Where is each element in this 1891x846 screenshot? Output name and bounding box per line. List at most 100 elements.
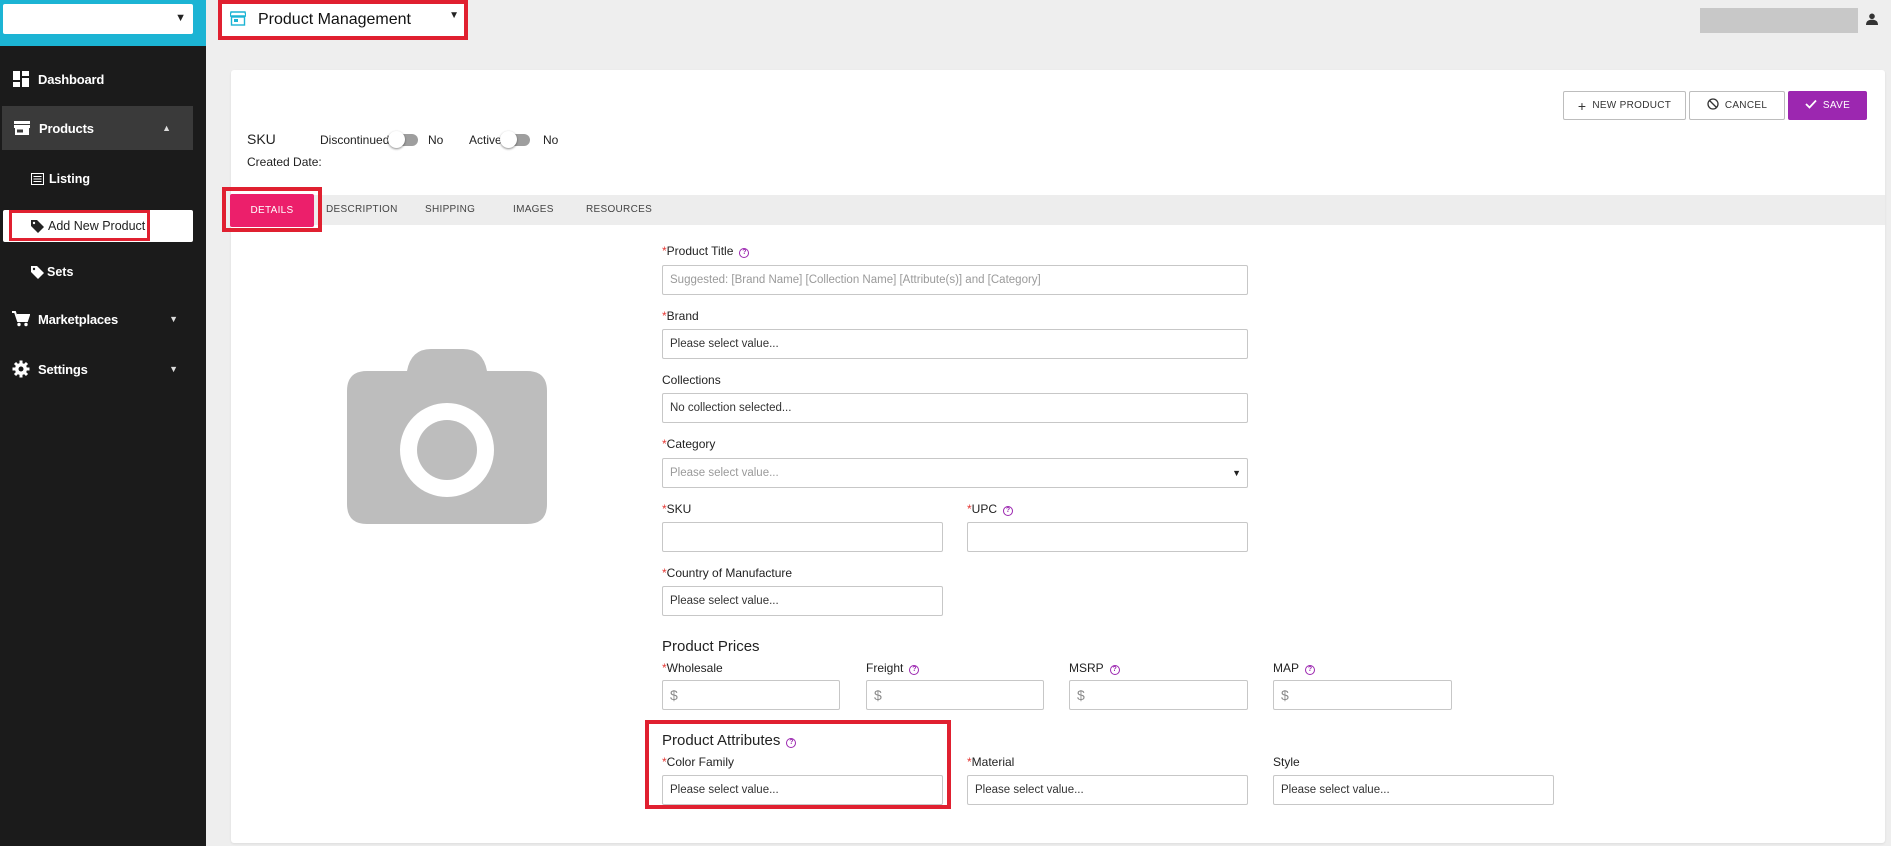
dashboard-icon	[12, 70, 30, 88]
created-date: Created Date:	[247, 155, 322, 169]
product-attributes-title-text: Product Attributes	[662, 732, 781, 749]
active-toggle[interactable]	[500, 131, 530, 148]
cart-icon	[12, 310, 30, 328]
color-family-label: *Color Family	[662, 755, 735, 769]
country-label: *Country of Manufacture	[662, 566, 793, 580]
tab-images[interactable]: IMAGES	[513, 204, 554, 215]
person-icon[interactable]	[1866, 12, 1878, 30]
category-select[interactable]: Please select value... ▼	[662, 458, 1248, 488]
brand-value: Please select value...	[670, 338, 779, 350]
freight-label-text: Freight	[866, 661, 904, 675]
country-label-text: Country of Manufacture	[666, 566, 793, 580]
sidebar-subitem-listing[interactable]: Listing	[0, 164, 206, 194]
discontinued-toggle[interactable]	[388, 131, 418, 148]
sidebar-item-products[interactable]: Products ▲	[2, 106, 193, 150]
color-family-label-text: Color Family	[666, 755, 735, 769]
chevron-down-icon: ▼	[175, 12, 186, 24]
tab-shipping[interactable]: SHIPPING	[425, 204, 475, 215]
app-switcher[interactable]: Product Management ▼	[218, 0, 468, 40]
gear-icon	[12, 360, 30, 378]
sidebar-item-label: Products	[39, 120, 94, 136]
help-icon[interactable]: ?	[786, 738, 797, 748]
active-value: No	[543, 133, 559, 147]
check-icon	[1805, 99, 1817, 112]
collections-value: No collection selected...	[670, 402, 792, 414]
color-family-value: Please select value...	[670, 784, 779, 796]
msrp-label-text: MSRP	[1069, 661, 1104, 675]
toggle-knob	[500, 131, 517, 148]
camera-icon[interactable]	[347, 349, 547, 529]
sidebar: ▼ Dashboard Products ▲ Listing Add New P…	[0, 0, 206, 846]
style-label: Style	[1273, 755, 1300, 769]
discontinued-label: Discontinued	[320, 133, 390, 147]
store-icon	[229, 11, 247, 31]
wholesale-label: *Wholesale	[662, 661, 723, 675]
brand-select[interactable]: Please select value...	[662, 329, 1248, 359]
tab-resources[interactable]: RESOURCES	[586, 204, 652, 215]
country-value: Please select value...	[670, 595, 779, 607]
category-label: *Category	[662, 437, 716, 451]
new-product-label: NEW PRODUCT	[1592, 100, 1672, 111]
cancel-button[interactable]: CANCEL	[1689, 91, 1785, 120]
sidebar-item-dashboard[interactable]: Dashboard	[0, 56, 206, 102]
cancel-label: CANCEL	[1724, 100, 1768, 111]
store-icon	[13, 119, 31, 137]
organization-select[interactable]: ▼	[3, 4, 193, 34]
msrp-input[interactable]: $	[1069, 680, 1248, 710]
upc-label-text: UPC	[971, 502, 998, 516]
highlight-box	[9, 210, 150, 241]
map-label-text: MAP	[1273, 661, 1300, 675]
sidebar-subitem-label: Listing	[49, 172, 90, 186]
category-value: Please select value...	[670, 467, 779, 479]
help-icon[interactable]: ?	[909, 665, 920, 675]
material-label: *Material	[967, 755, 1015, 769]
product-title-label-text: Product Title	[666, 244, 734, 258]
wholesale-input[interactable]: $	[662, 680, 840, 710]
save-button[interactable]: SAVE	[1788, 91, 1867, 120]
color-family-select[interactable]: Please select value...	[662, 775, 943, 805]
dollar-prefix: $	[1077, 687, 1085, 703]
chevron-down-icon: ▼	[169, 314, 178, 324]
tab-details[interactable]: DETAILS	[230, 194, 314, 227]
material-label-text: Material	[971, 755, 1015, 769]
material-value: Please select value...	[975, 784, 1084, 796]
sidebar-item-settings[interactable]: Settings ▼	[0, 346, 206, 392]
sku-header: SKU	[247, 131, 276, 147]
chevron-up-icon: ▲	[162, 123, 171, 133]
sidebar-subitem-label: Sets	[47, 265, 74, 279]
sku-field-label-text: SKU	[666, 502, 692, 516]
tab-bar	[231, 195, 1885, 225]
style-value: Please select value...	[1281, 784, 1390, 796]
active-label: Active	[469, 133, 502, 147]
product-title-label: *Product Title?	[662, 244, 750, 258]
help-icon[interactable]: ?	[739, 248, 750, 258]
country-select[interactable]: Please select value...	[662, 586, 943, 616]
sidebar-subitem-sets[interactable]: Sets	[0, 257, 206, 287]
list-icon	[30, 172, 44, 186]
sidebar-item-label: Dashboard	[38, 71, 105, 87]
chevron-down-icon: ▼	[1232, 468, 1241, 478]
brand-label-text: Brand	[666, 309, 699, 323]
wholesale-label-text: Wholesale	[666, 661, 723, 675]
material-select[interactable]: Please select value...	[967, 775, 1248, 805]
user-name-box[interactable]	[1700, 8, 1858, 33]
sidebar-item-marketplaces[interactable]: Marketplaces ▼	[0, 296, 206, 342]
map-input[interactable]: $	[1273, 680, 1452, 710]
new-product-button[interactable]: + NEW PRODUCT	[1563, 91, 1686, 120]
product-attributes-title: Product Attributes?	[662, 732, 797, 749]
collections-select[interactable]: No collection selected...	[662, 393, 1248, 423]
tab-description[interactable]: DESCRIPTION	[326, 204, 398, 215]
upc-input[interactable]	[967, 522, 1248, 552]
sidebar-header: ▼	[0, 0, 206, 46]
help-icon[interactable]: ?	[1305, 665, 1316, 675]
style-select[interactable]: Please select value...	[1273, 775, 1554, 805]
toggle-knob	[388, 131, 405, 148]
product-title-input[interactable]: Suggested: [Brand Name] [Collection Name…	[662, 265, 1248, 295]
help-icon[interactable]: ?	[1003, 506, 1014, 516]
freight-input[interactable]: $	[866, 680, 1044, 710]
sku-input[interactable]	[662, 522, 943, 552]
help-icon[interactable]: ?	[1109, 665, 1120, 675]
sidebar-item-label: Marketplaces	[38, 311, 118, 327]
map-label: MAP?	[1273, 661, 1316, 675]
chevron-down-icon: ▼	[169, 364, 178, 374]
